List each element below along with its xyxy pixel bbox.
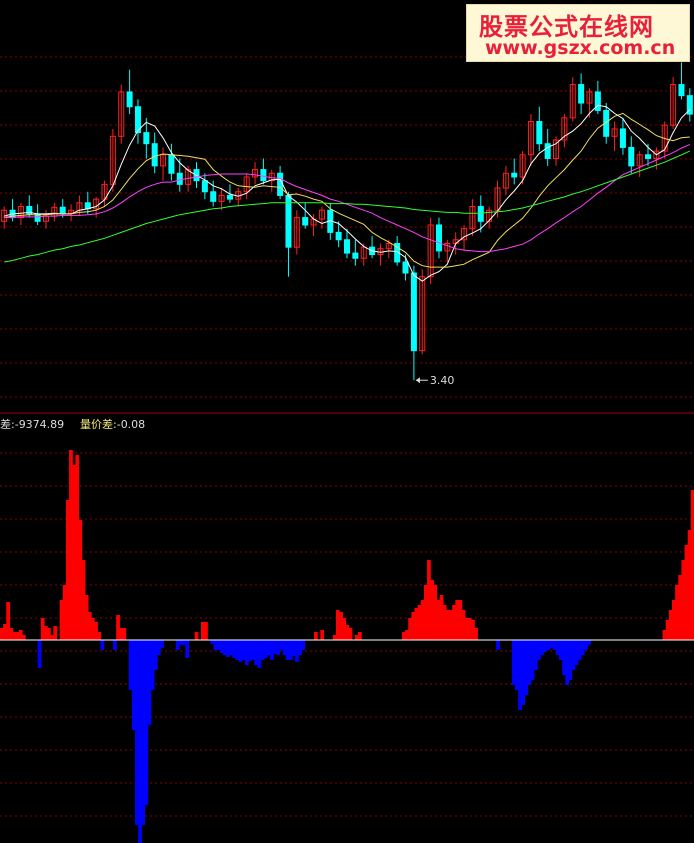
indicator-bar-positive [194,632,199,640]
candle-body [143,132,150,145]
candle-body [210,191,217,202]
candle-body [628,146,635,167]
indicator-bar-positive [314,632,318,640]
candle-body [435,224,442,252]
indicator-bar-positive [21,635,26,640]
indicator-header-volume-price-diff: 量价差:-0.08 [80,416,145,432]
candle-body [678,84,685,97]
candle-body [343,239,351,254]
diff-label: 差: [0,418,15,431]
low-arrow-head [415,377,420,384]
candle-body [168,154,175,174]
candle-body [578,84,585,104]
indicator-bar-negative [37,640,42,668]
candle-body [544,143,551,159]
candle-body [176,172,183,185]
low-price-label: 3.40 [430,374,455,387]
candle-body [645,154,652,159]
indicator-bar-negative [587,640,591,645]
indicator-bar-positive [122,628,127,640]
candle-body [335,231,342,241]
watermark-url: www.gszx.com.cn [485,37,676,59]
volume-price-diff-label: 量价差: [80,418,117,431]
candle-body [352,252,359,259]
indicator-bar-negative [185,640,190,658]
candle-body [226,194,233,200]
indicator-bar-negative [100,640,105,650]
candle-body [619,128,626,148]
indicator-bar-negative [113,640,117,650]
indicator-header-diff: 差:-9374.89 [0,416,64,432]
candle-body [59,206,66,214]
candle-body [260,169,267,182]
diff-value: -9374.89 [14,418,65,431]
indicator-bar-positive [474,628,478,640]
indicator-bar-positive [53,626,58,640]
candle-body [511,172,518,178]
candle-body [477,206,484,222]
candle-body [536,121,543,145]
indicator-bar-positive [348,628,353,640]
candle-body [126,91,133,108]
indicator-bar-negative [301,640,306,650]
indicator-bar-positive [357,632,362,640]
candle-body [302,217,309,226]
candle-body [410,272,417,352]
candle-body [201,180,208,193]
indicator-bar-positive [320,630,325,640]
candle-body [277,172,284,196]
candle-body [151,143,158,167]
site-watermark: 股票公式在线网 www.gszx.com.cn [466,4,690,62]
indicator-bar-negative [160,640,164,648]
indicator-bar-negative [496,640,500,650]
volume-price-diff-value: -0.08 [116,418,146,431]
indicator-bar-positive [97,632,102,640]
indicator-bar-positive [204,622,208,640]
candle-body [402,261,409,274]
